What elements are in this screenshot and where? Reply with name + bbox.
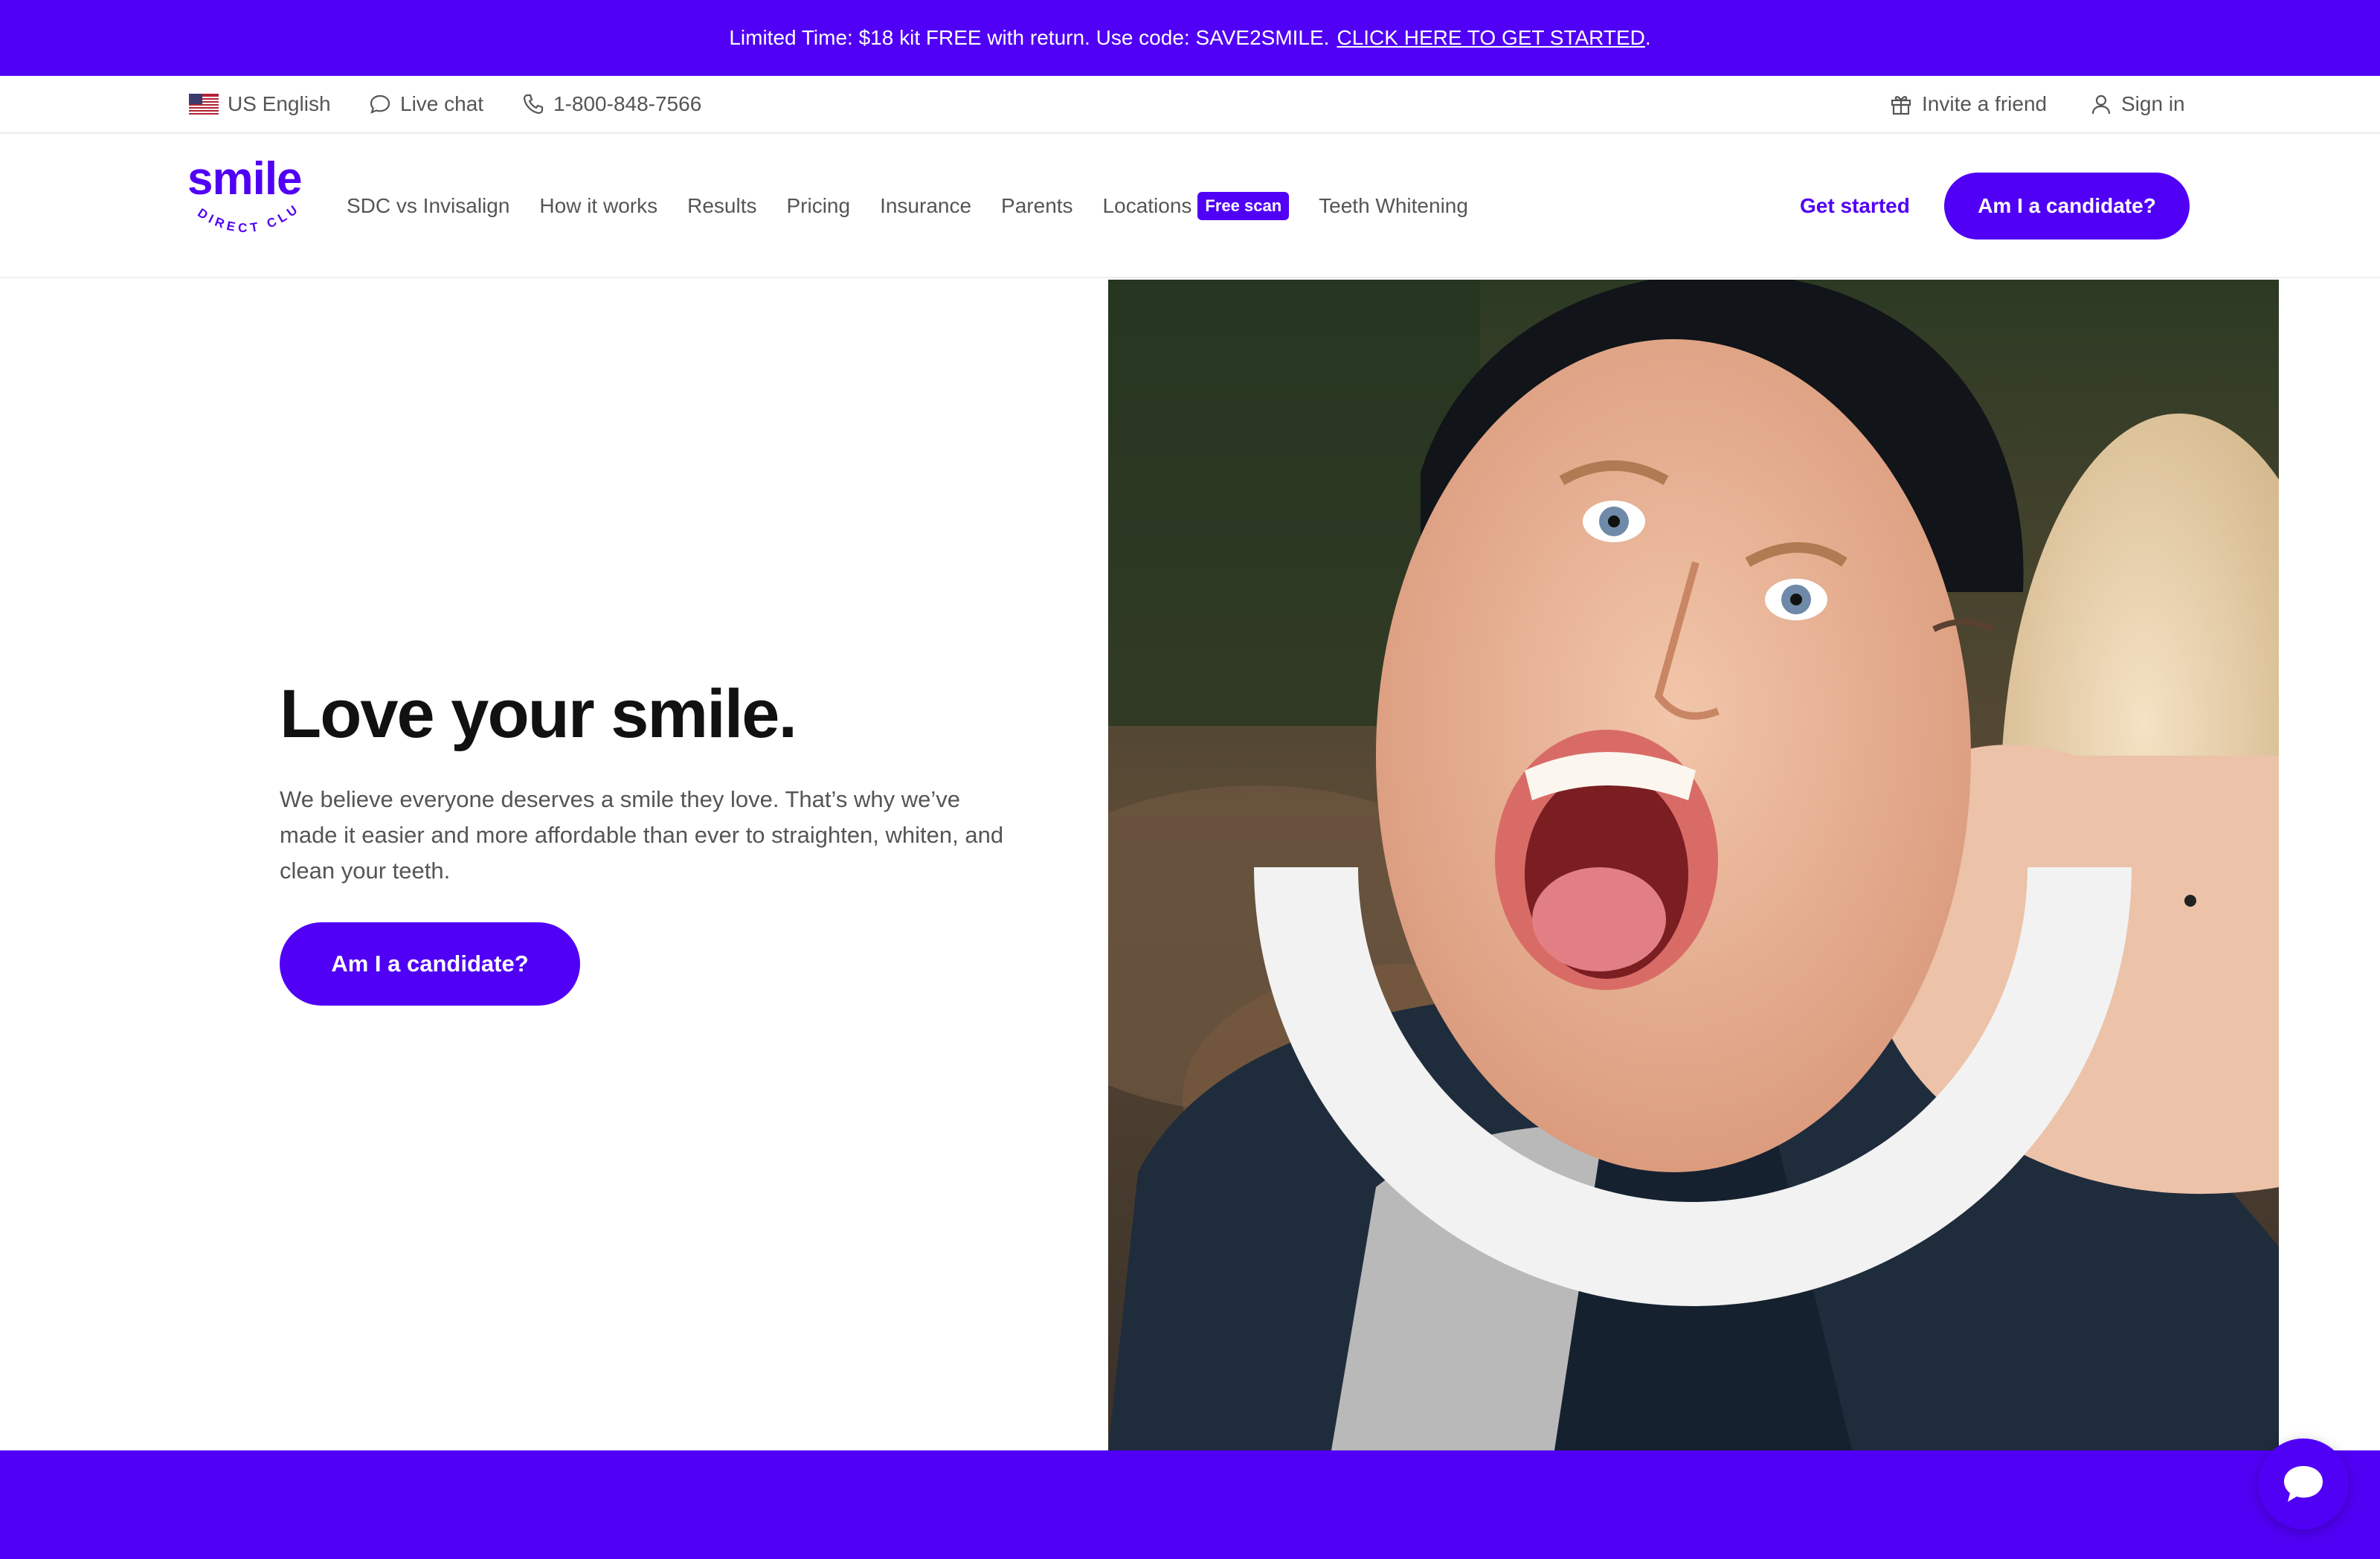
nav-teeth-whitening[interactable]: Teeth Whitening xyxy=(1319,194,1468,218)
nav-parents[interactable]: Parents xyxy=(1001,194,1073,218)
chat-icon xyxy=(370,94,390,114)
phone-icon xyxy=(523,94,544,115)
sign-in-link[interactable]: Sign in xyxy=(2090,76,2185,132)
main-nav: smile DIRECT CLUB SDC vs Invisalign How … xyxy=(0,134,2380,278)
user-icon xyxy=(2091,94,2111,115)
live-chat-link[interactable]: Live chat xyxy=(369,76,483,132)
language-label: US English xyxy=(228,92,331,115)
invite-friend-label: Invite a friend xyxy=(1922,92,2048,115)
nav-results[interactable]: Results xyxy=(687,194,756,218)
hero-text: Love your smile. We believe everyone des… xyxy=(280,676,1038,889)
phone-link[interactable]: 1-800-848-7566 xyxy=(522,76,701,132)
phone-label: 1-800-848-7566 xyxy=(553,92,702,115)
couple-photo-illustration xyxy=(1108,280,2279,1450)
invite-friend-link[interactable]: Invite a friend xyxy=(1889,76,2047,132)
nav-links: SDC vs Invisalign How it works Results P… xyxy=(347,134,1468,278)
sign-in-label: Sign in xyxy=(2121,92,2185,115)
nav-how-it-works[interactable]: How it works xyxy=(539,194,657,218)
nav-locations-group[interactable]: Locations Free scan xyxy=(1103,192,1290,220)
language-selector[interactable]: US English xyxy=(189,76,331,132)
free-scan-badge: Free scan xyxy=(1197,192,1290,220)
hero-candidate-button[interactable]: Am I a candidate? xyxy=(280,922,580,1006)
promo-trail: . xyxy=(1644,26,1651,49)
chat-widget-button[interactable] xyxy=(2258,1439,2349,1529)
us-flag-icon xyxy=(189,94,219,115)
hero-body: We believe everyone deserves a smile the… xyxy=(280,786,1004,884)
get-started-link[interactable]: Get started xyxy=(1800,134,1910,278)
live-chat-label: Live chat xyxy=(400,92,484,115)
hero-photo xyxy=(1108,280,2279,1450)
promo-text: Limited Time: $18 kit FREE with return. … xyxy=(729,26,1330,49)
footer-band xyxy=(0,1450,2380,1559)
nav-sdc-vs-invisalign[interactable]: SDC vs Invisalign xyxy=(347,194,509,218)
utility-bar: US English Live chat 1-800-848-7566 Invi… xyxy=(0,76,2380,134)
chat-bubble-icon xyxy=(2284,1466,2323,1502)
nav-candidate-button[interactable]: Am I a candidate? xyxy=(1944,173,2190,240)
nav-locations: Locations xyxy=(1102,194,1192,217)
gift-icon xyxy=(1891,96,1911,115)
promo-banner: Limited Time: $18 kit FREE with return. … xyxy=(0,0,2380,76)
hero-title: Love your smile. xyxy=(280,676,797,752)
promo-link[interactable]: CLICK HERE TO GET STARTED xyxy=(1337,26,1644,50)
nav-pricing[interactable]: Pricing xyxy=(786,194,850,218)
nav-insurance[interactable]: Insurance xyxy=(880,194,971,218)
smile-direct-club-logo[interactable]: smile DIRECT CLUB xyxy=(187,156,306,253)
logo-arc-text: DIRECT CLUB xyxy=(187,186,303,235)
svg-text:DIRECT CLUB: DIRECT CLUB xyxy=(187,186,303,235)
